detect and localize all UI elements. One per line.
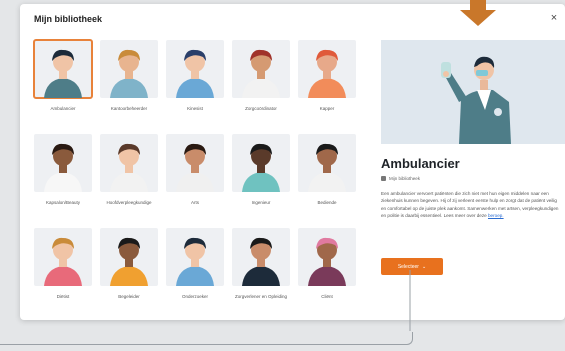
character-avatar xyxy=(100,40,158,98)
character-card[interactable]: Diëtist xyxy=(34,228,92,300)
character-label: Hoofdverpleegkundige xyxy=(106,200,152,205)
chevron-down-icon: ⌄ xyxy=(421,263,427,270)
character-avatar xyxy=(232,228,290,286)
character-card[interactable]: Kinesist xyxy=(166,40,224,112)
backdrop-connector xyxy=(0,332,413,345)
modal-title: Mijn bibliotheek xyxy=(34,14,103,24)
character-label: Kantoorbeheerder xyxy=(110,106,148,111)
character-card[interactable]: Zorgcoördinator xyxy=(232,40,290,112)
character-card[interactable]: Bediende xyxy=(298,134,356,206)
library-icon xyxy=(381,176,386,181)
close-icon[interactable]: × xyxy=(547,11,561,25)
character-label: Ambulancier xyxy=(50,106,76,111)
character-avatar xyxy=(34,228,92,286)
library-modal: Mijn bibliotheek × Ambulancier Kantoorbeh… xyxy=(20,4,565,320)
character-label: Onderzoeker xyxy=(181,294,208,299)
character-label: Diëtist xyxy=(56,294,70,299)
character-label: Bediende xyxy=(317,200,337,205)
character-avatar xyxy=(34,134,92,192)
character-label: Kapsalon/Beauty xyxy=(45,200,81,205)
detail-read-more-link[interactable]: beroep. xyxy=(488,213,504,218)
character-avatar xyxy=(166,40,224,98)
character-card[interactable]: Arts xyxy=(166,134,224,206)
character-avatar xyxy=(33,39,93,99)
detail-hero-image xyxy=(381,40,565,144)
character-avatar xyxy=(232,134,290,192)
character-card[interactable]: Hoofdverpleegkundige xyxy=(100,134,158,206)
character-avatar xyxy=(232,40,290,98)
character-label: Cliënt xyxy=(321,294,333,299)
character-avatar xyxy=(100,228,158,286)
character-avatar xyxy=(298,228,356,286)
character-card[interactable]: Kapsalon/Beauty xyxy=(34,134,92,206)
detail-description-text: Een ambulancier vervoert patiënten die z… xyxy=(381,191,559,219)
character-card[interactable]: Ingenieur xyxy=(232,134,290,206)
character-label: Begeleider xyxy=(118,294,140,299)
character-label: Kinesist xyxy=(187,106,203,111)
character-card[interactable]: Kantoorbeheerder xyxy=(100,40,158,112)
character-card[interactable]: Zorgverlener en Opleiding xyxy=(232,228,290,300)
arrow-down-icon xyxy=(460,0,496,26)
character-avatar xyxy=(298,40,356,98)
detail-meta-text: Mijn bibliotheek xyxy=(389,176,421,181)
character-label: Kapper xyxy=(319,106,335,111)
character-card[interactable]: Cliënt xyxy=(298,228,356,300)
character-label: Zorgverlener en Opleiding xyxy=(234,294,288,299)
select-button-label: Selecteer xyxy=(397,263,419,270)
detail-title: Ambulancier xyxy=(381,156,460,171)
detail-meta: Mijn bibliotheek xyxy=(381,176,420,181)
character-card[interactable]: Ambulancier xyxy=(33,39,93,112)
character-label: Ingenieur xyxy=(251,200,271,205)
character-card[interactable]: Begeleider xyxy=(100,228,158,300)
character-card[interactable]: Kapper xyxy=(298,40,356,112)
pointer-line xyxy=(409,270,411,331)
character-label: Zorgcoördinator xyxy=(245,106,277,111)
character-avatar xyxy=(298,134,356,192)
character-card[interactable]: Onderzoeker xyxy=(166,228,224,300)
character-avatar xyxy=(166,228,224,286)
character-avatar xyxy=(166,134,224,192)
detail-description: Een ambulancier vervoert patiënten die z… xyxy=(381,190,559,220)
character-label: Arts xyxy=(190,200,199,205)
character-avatar xyxy=(100,134,158,192)
